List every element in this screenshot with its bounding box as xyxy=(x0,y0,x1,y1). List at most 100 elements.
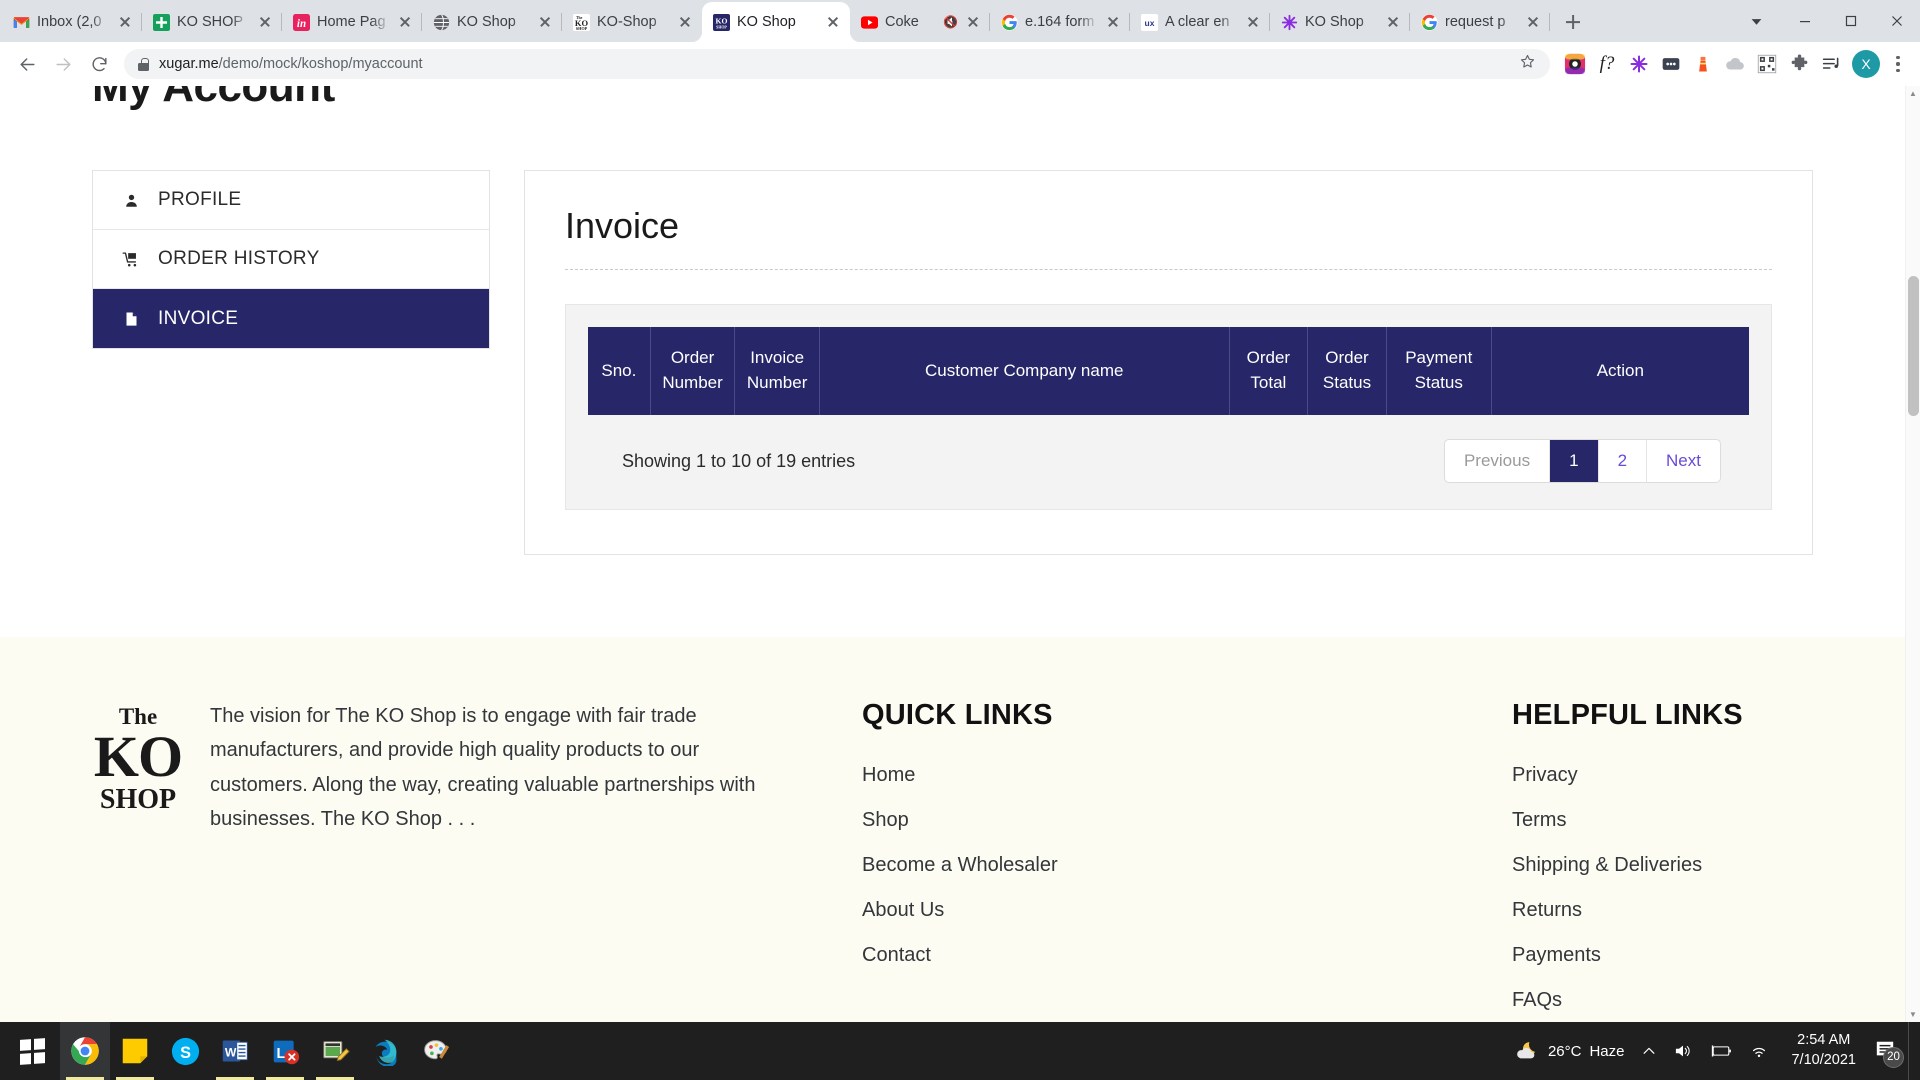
back-button[interactable] xyxy=(10,47,44,81)
helpful-link-1[interactable]: Privacy xyxy=(1512,758,1743,793)
taskbar-skype-icon[interactable]: S xyxy=(160,1022,210,1080)
browser-tab[interactable]: e.164 form xyxy=(990,2,1130,42)
quick-link-5[interactable]: Contact xyxy=(862,938,1442,973)
tab-close-icon[interactable] xyxy=(825,14,841,30)
cloud-icon[interactable] xyxy=(1722,51,1748,77)
svg-text:SHOP: SHOP xyxy=(716,25,727,29)
pagination-previous[interactable]: Previous xyxy=(1445,440,1551,482)
tray-battery-icon[interactable] xyxy=(1701,1044,1741,1058)
browser-tab[interactable]: Coke 🔇 xyxy=(850,2,990,42)
scroll-up-arrow[interactable]: ▲ xyxy=(1906,86,1920,101)
svg-text:ux: ux xyxy=(1145,17,1155,27)
instagram-downloader-icon[interactable] xyxy=(1562,51,1588,77)
tab-mute-icon[interactable]: 🔇 xyxy=(943,15,958,29)
notification-center-button[interactable]: 20 xyxy=(1868,1039,1908,1068)
quick-link-4[interactable]: About Us xyxy=(862,893,1442,928)
tab-close-icon[interactable] xyxy=(397,14,413,30)
browser-tab[interactable]: KO SHOP xyxy=(142,2,282,42)
tab-close-icon[interactable] xyxy=(677,14,693,30)
sidebar-item-invoice[interactable]: INVOICE xyxy=(93,289,489,348)
weather-widget[interactable]: 26°C Haze xyxy=(1505,1040,1634,1062)
google-icon xyxy=(1421,13,1438,31)
col-customer-company-name: Customer Company name xyxy=(819,327,1230,415)
new-tab-button[interactable] xyxy=(1558,7,1588,37)
qr-code-icon[interactable] xyxy=(1754,51,1780,77)
browser-tab[interactable]: ux A clear en xyxy=(1130,2,1270,42)
tab-close-icon[interactable] xyxy=(1525,14,1541,30)
helpful-link-5[interactable]: Payments xyxy=(1512,938,1743,973)
fontface-ninja-icon[interactable]: f? xyxy=(1594,51,1620,77)
page-scrollbar[interactable]: ▲ ▼ xyxy=(1905,86,1920,1022)
col-order-number: Order Number xyxy=(650,327,736,415)
helpful-link-6[interactable]: FAQs xyxy=(1512,983,1743,1018)
show-desktop-button[interactable] xyxy=(1908,1022,1916,1080)
browser-tab[interactable]: KO Shop xyxy=(1270,2,1410,42)
tab-close-icon[interactable] xyxy=(1105,14,1121,30)
taskbar-sticky-notes-icon[interactable] xyxy=(110,1022,160,1080)
taskbar-clock[interactable]: 2:54 AM 7/10/2021 xyxy=(1777,1031,1868,1070)
col-invoice-number: Invoice Number xyxy=(734,327,820,415)
weather-condition: Haze xyxy=(1589,1042,1625,1060)
helpful-link-2[interactable]: Terms xyxy=(1512,803,1743,838)
tab-close-icon[interactable] xyxy=(117,14,133,30)
browser-tab[interactable]: KO SHOP KO Shop xyxy=(702,2,850,42)
helpful-link-3[interactable]: Shipping & Deliveries xyxy=(1512,848,1743,883)
browser-tab[interactable]: in Home Pag xyxy=(282,2,422,42)
playlist-music-icon[interactable] xyxy=(1818,51,1844,77)
quick-link-2[interactable]: Shop xyxy=(862,803,1442,838)
reload-button[interactable] xyxy=(82,47,116,81)
pagination-page-1[interactable]: 1 xyxy=(1550,440,1599,482)
browser-tab[interactable]: KO Shop xyxy=(422,2,562,42)
taskbar-paint-icon[interactable] xyxy=(410,1022,460,1080)
pagination-page-2[interactable]: 2 xyxy=(1599,440,1648,482)
minimize-button[interactable] xyxy=(1782,2,1828,40)
scroll-down-arrow[interactable]: ▼ xyxy=(1906,1007,1920,1022)
helpful-links-heading: HELPFUL LINKS xyxy=(1512,699,1743,731)
browser-menu-icon[interactable] xyxy=(1886,55,1910,73)
taskbar-word-icon[interactable]: W xyxy=(210,1022,260,1080)
pagination: Previous 1 2 Next xyxy=(1443,439,1721,483)
forward-button[interactable] xyxy=(46,47,80,81)
taskbar-chrome-icon[interactable] xyxy=(60,1022,110,1080)
quick-links-heading: QUICK LINKS xyxy=(862,699,1053,731)
close-window-button[interactable] xyxy=(1874,2,1920,40)
tab-close-icon[interactable] xyxy=(965,14,981,30)
browser-tab[interactable]: request p xyxy=(1410,2,1550,42)
puzzle-piece-icon[interactable] xyxy=(1786,51,1812,77)
tray-chevron-up-icon[interactable] xyxy=(1633,1044,1665,1058)
scrollbar-thumb[interactable] xyxy=(1908,276,1919,416)
tab-close-icon[interactable] xyxy=(1245,14,1261,30)
start-button[interactable] xyxy=(4,1022,60,1080)
helpful-link-4[interactable]: Returns xyxy=(1512,893,1743,928)
tab-search-chevron-icon[interactable] xyxy=(1730,2,1782,40)
tab-close-icon[interactable] xyxy=(537,14,553,30)
tray-volume-icon[interactable] xyxy=(1665,1043,1701,1059)
logo-line-shop: SHOP xyxy=(99,784,177,815)
tab-title: A clear en xyxy=(1165,14,1230,30)
tab-close-icon[interactable] xyxy=(257,14,273,30)
browser-tab[interactable]: The KO SHOP KO-Shop xyxy=(562,2,702,42)
sidebar-item-profile[interactable]: PROFILE xyxy=(93,171,489,230)
tray-wifi-icon[interactable] xyxy=(1741,1043,1777,1059)
profile-avatar[interactable]: X xyxy=(1852,50,1880,78)
taskbar-snipping-tool-icon[interactable] xyxy=(310,1022,360,1080)
page-title: My Account xyxy=(92,86,335,111)
lock-icon xyxy=(138,57,149,71)
pagination-next[interactable]: Next xyxy=(1647,440,1720,482)
taskbar-lync-icon[interactable]: L xyxy=(260,1022,310,1080)
invoice-table-panel: Sno. Order Number Invoice Number Custome… xyxy=(565,304,1772,510)
site-footer: The KO SHOP The vision for The KO Shop i… xyxy=(0,637,1905,1022)
lighthouse-icon[interactable] xyxy=(1690,51,1716,77)
browser-tab[interactable]: Inbox (2,0 xyxy=(2,2,142,42)
sidebar-item-order-history[interactable]: ORDER HISTORY xyxy=(93,230,489,289)
taskbar-edge-icon[interactable] xyxy=(360,1022,410,1080)
address-bar[interactable]: xugar.me/demo/mock/koshop/myaccount xyxy=(124,49,1550,79)
purple-asterisk-icon[interactable] xyxy=(1626,51,1652,77)
maximize-button[interactable] xyxy=(1828,2,1874,40)
tab-close-icon[interactable] xyxy=(1385,14,1401,30)
footer-about-text: The vision for The KO Shop is to engage … xyxy=(210,705,756,831)
quick-link-1[interactable]: Home xyxy=(862,758,1442,793)
dots-box-icon[interactable] xyxy=(1658,51,1684,77)
quick-link-3[interactable]: Become a Wholesaler xyxy=(862,848,1442,883)
star-icon[interactable] xyxy=(1519,53,1536,75)
